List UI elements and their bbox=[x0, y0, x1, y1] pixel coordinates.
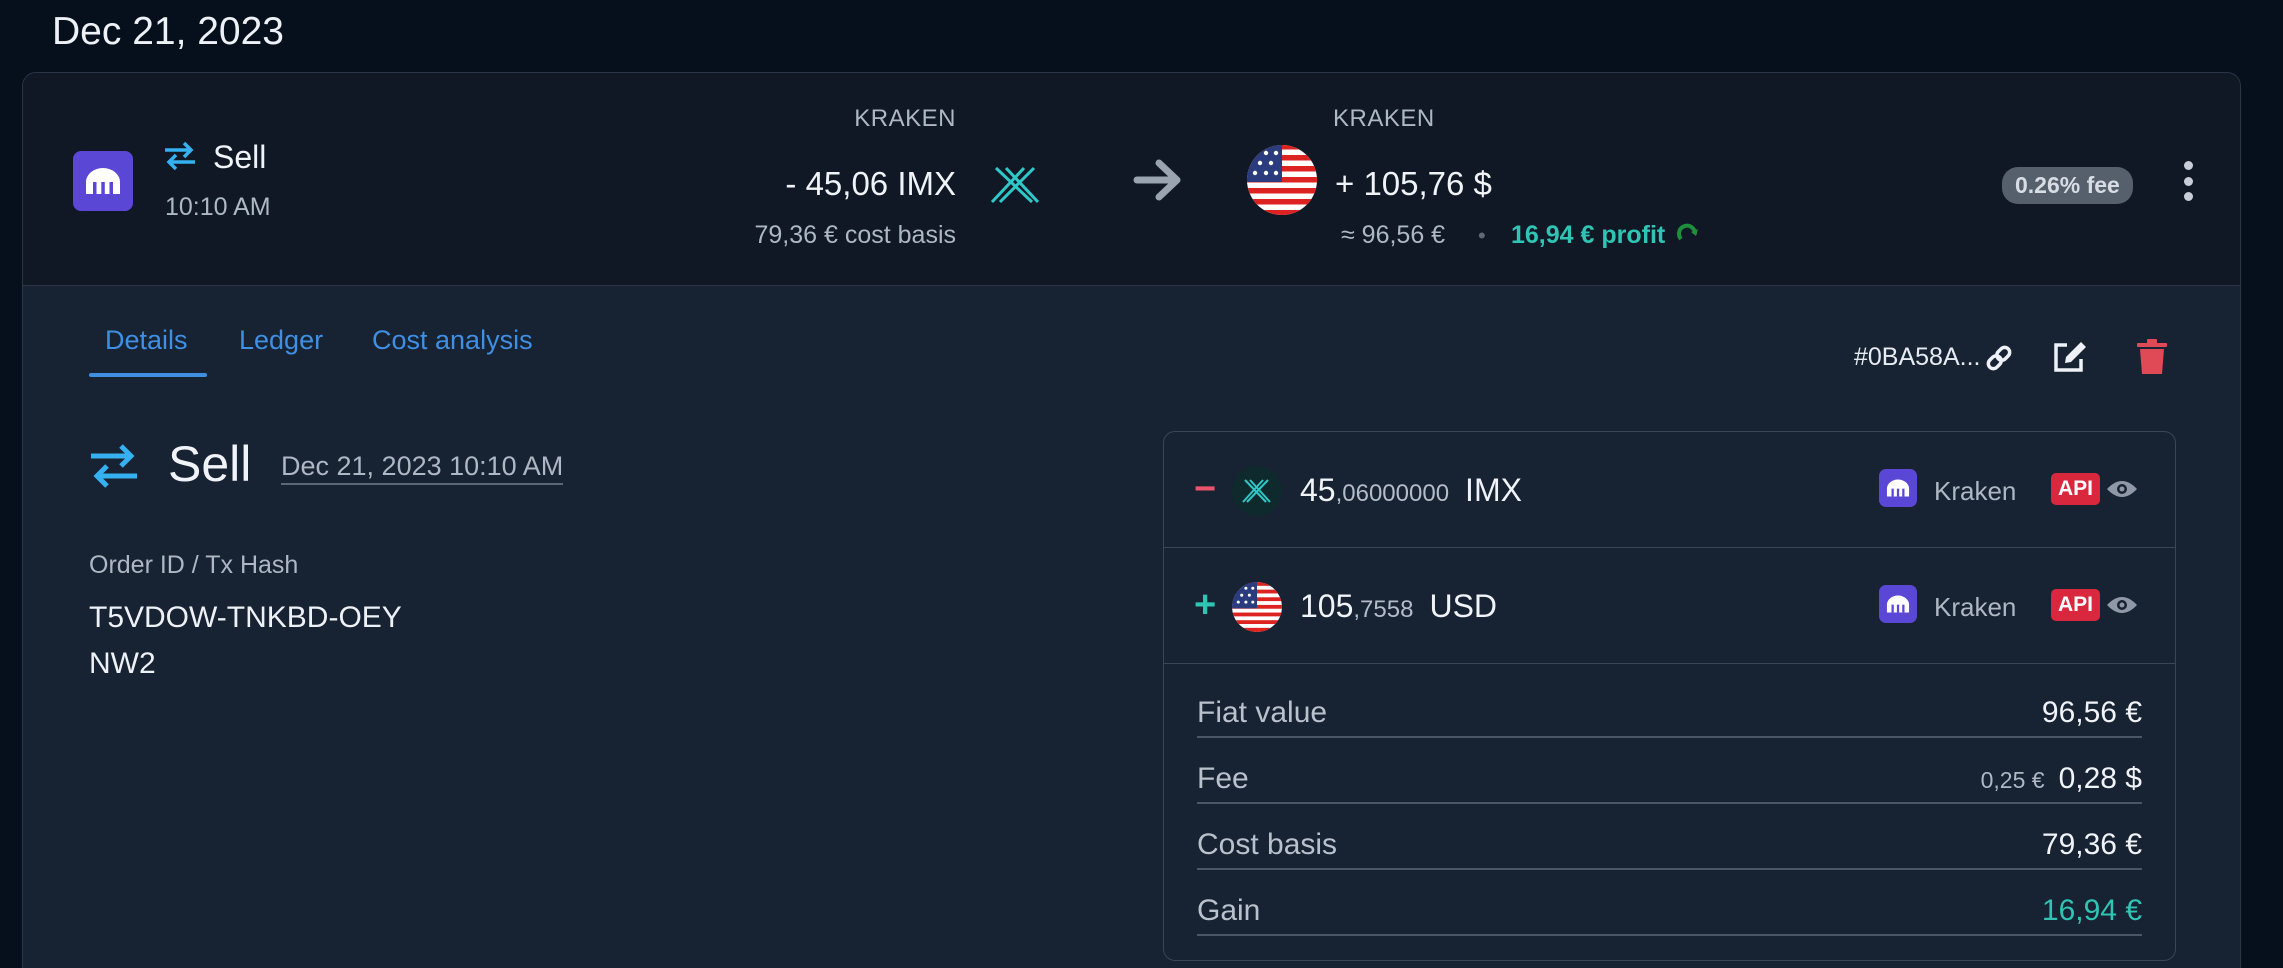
kraken-logo-icon bbox=[1879, 585, 1917, 623]
link-icon[interactable] bbox=[1984, 343, 2014, 373]
gain-row: Gain 16,94 € bbox=[1197, 870, 2142, 936]
exchange-name: Kraken bbox=[1934, 476, 2017, 506]
cost-basis-row: Cost basis 79,36 € bbox=[1197, 804, 2142, 870]
edit-icon[interactable] bbox=[2051, 339, 2089, 375]
profit-label: 16,94 € profit bbox=[1511, 221, 1700, 250]
summary-type: Sell bbox=[213, 139, 267, 175]
leg-outgoing: − 45,06000000 IMX Kraken API bbox=[1164, 432, 2175, 548]
approx-fiat-value: ≈ 96,56 € bbox=[1341, 221, 1446, 249]
fee-row: Fee 0,25 €0,28 $ bbox=[1197, 738, 2142, 804]
fiat-value-row: Fiat value 96,56 € bbox=[1197, 672, 2142, 738]
minus-sign: − bbox=[1194, 468, 1217, 510]
tx-hash-short[interactable]: #0BA58A... bbox=[1854, 343, 1980, 372]
eye-icon[interactable] bbox=[2106, 594, 2138, 616]
leg-amount: 105,7558 USD bbox=[1300, 588, 1498, 624]
details-type: Sell bbox=[168, 436, 252, 492]
gain-value: 16,94 € bbox=[2041, 894, 2142, 927]
active-tab-indicator bbox=[89, 373, 207, 377]
leg-incoming: + 105,7558 USD Kraken API bbox=[1164, 548, 2175, 664]
exchange-name: Kraken bbox=[1934, 592, 2017, 622]
cost-basis-value: 79,36 € bbox=[2041, 828, 2142, 861]
swap-icon bbox=[165, 141, 195, 171]
trash-icon[interactable] bbox=[2136, 339, 2168, 375]
arrow-right-icon bbox=[1133, 159, 1181, 201]
tab-details[interactable]: Details bbox=[105, 325, 188, 356]
summary-cost-basis: 79,36 € cost basis bbox=[754, 221, 956, 249]
separator-dot: • bbox=[1478, 223, 1486, 248]
order-id-value: T5VDOW-TNKBD-OEYNW2 bbox=[89, 601, 402, 680]
fee-badge: 0.26% fee bbox=[2002, 167, 2133, 204]
fiat-value: 96,56 € bbox=[2041, 696, 2142, 729]
legs-panel: − 45,06000000 IMX Kraken API + 105,7558 … bbox=[1163, 431, 2176, 961]
plus-sign: + bbox=[1194, 584, 1217, 626]
api-badge: API bbox=[2051, 589, 2101, 621]
api-badge: API bbox=[2051, 473, 2101, 505]
imx-icon bbox=[990, 166, 1040, 204]
date-heading: Dec 21, 2023 bbox=[52, 10, 285, 53]
details-datetime[interactable]: Dec 21, 2023 10:10 AM bbox=[281, 451, 564, 485]
summary-time: 10:10 AM bbox=[165, 193, 271, 221]
fiat-value-label: Fiat value bbox=[1197, 696, 1328, 729]
from-exchange-label: KRAKEN bbox=[854, 105, 956, 132]
us-flag-icon bbox=[1247, 145, 1317, 215]
imx-icon bbox=[1232, 466, 1282, 516]
tab-cost-analysis[interactable]: Cost analysis bbox=[372, 325, 533, 356]
eye-icon[interactable] bbox=[2106, 478, 2138, 500]
transaction-card: Sell 10:10 AM KRAKEN - 45,06 IMX 79,36 €… bbox=[22, 72, 2241, 968]
kebab-menu-icon[interactable] bbox=[2178, 161, 2198, 201]
cost-basis-label: Cost basis bbox=[1197, 828, 1338, 861]
tab-ledger[interactable]: Ledger bbox=[239, 325, 323, 356]
swap-icon bbox=[91, 444, 137, 488]
order-id-label: Order ID / Tx Hash bbox=[89, 551, 299, 579]
kraken-logo-icon bbox=[1879, 469, 1917, 507]
kraken-logo-icon bbox=[73, 151, 133, 211]
amount-in: + 105,76 $ bbox=[1335, 165, 1492, 202]
transaction-summary[interactable]: Sell 10:10 AM KRAKEN - 45,06 IMX 79,36 €… bbox=[23, 73, 2240, 286]
refresh-icon[interactable] bbox=[1676, 222, 1700, 246]
fee-value: 0,25 €0,28 $ bbox=[1980, 762, 2142, 795]
to-exchange-label: KRAKEN bbox=[1333, 105, 1435, 132]
us-flag-icon bbox=[1232, 582, 1282, 632]
leg-amount: 45,06000000 IMX bbox=[1300, 472, 1522, 508]
amount-out: - 45,06 IMX bbox=[785, 165, 956, 202]
gain-label: Gain bbox=[1197, 894, 1261, 927]
fee-label: Fee bbox=[1197, 762, 1249, 795]
